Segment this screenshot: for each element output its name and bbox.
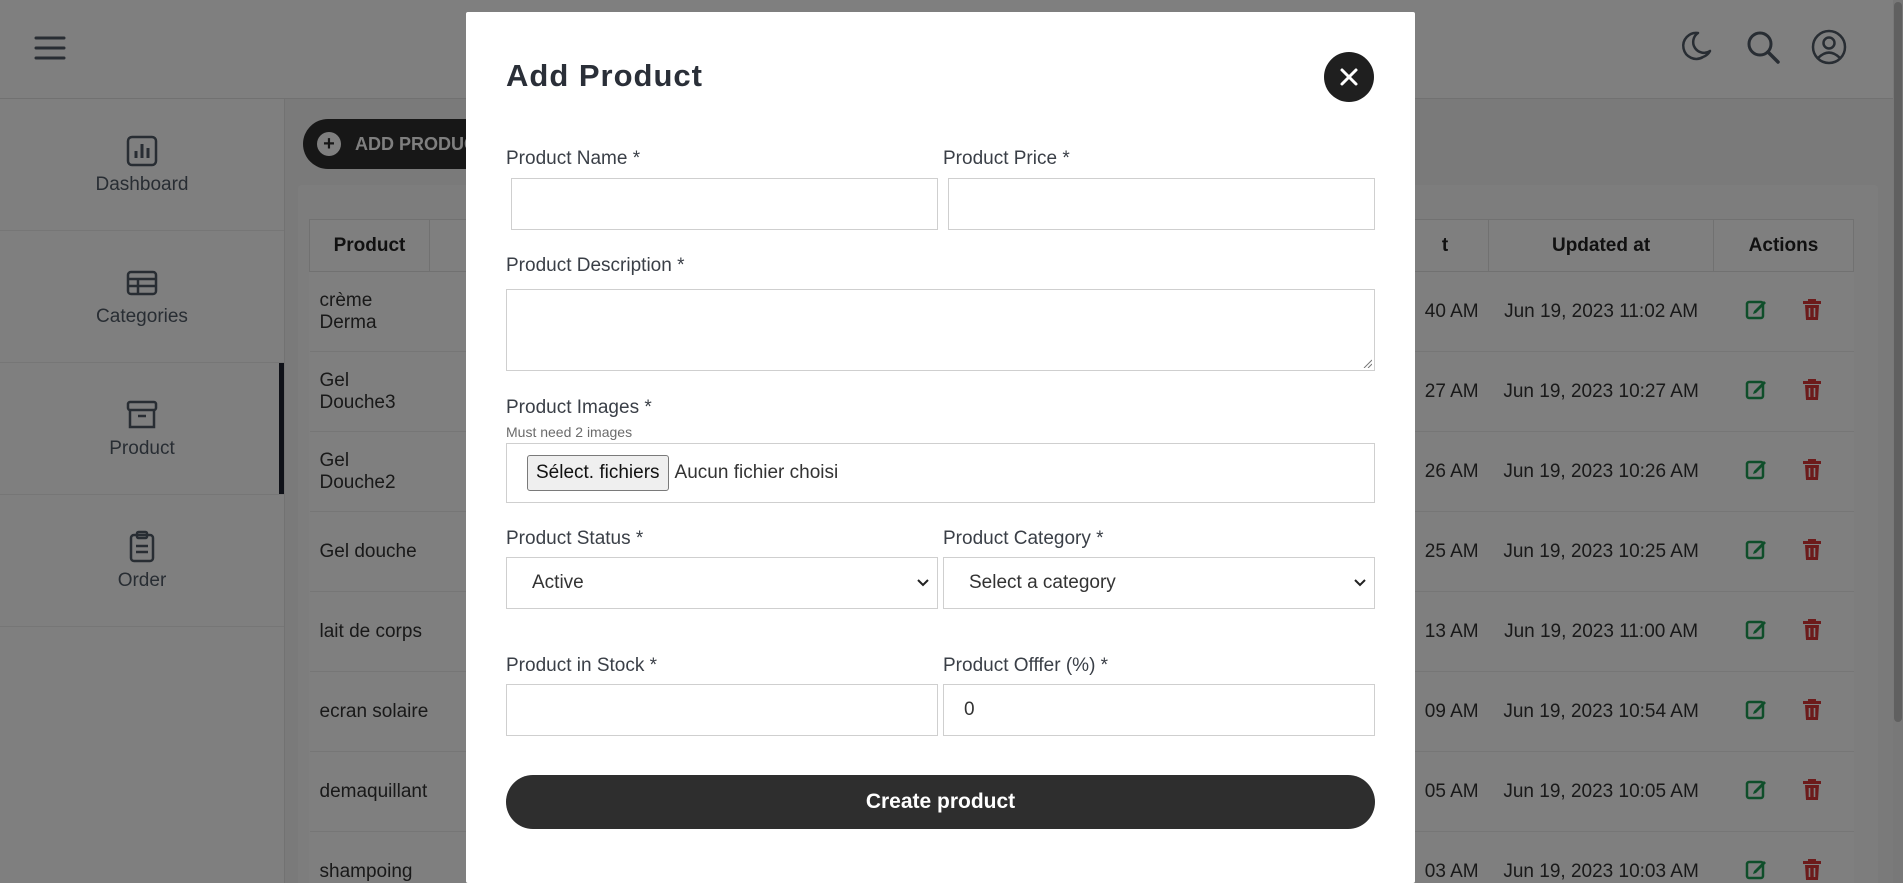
modal-title: Add Product: [506, 58, 703, 93]
product-status-select[interactable]: Active: [506, 557, 938, 609]
product-offer-input[interactable]: 0: [943, 684, 1375, 736]
product-images-hint: Must need 2 images: [506, 424, 633, 440]
product-name-input[interactable]: [511, 178, 938, 230]
product-price-label: Product Price *: [943, 148, 1070, 169]
product-name-label: Product Name *: [506, 148, 641, 169]
product-category-select[interactable]: Select a category: [943, 557, 1375, 609]
product-description-textarea[interactable]: [506, 289, 1375, 371]
product-status-label: Product Status *: [506, 528, 644, 549]
file-status: Aucun fichier choisi: [674, 462, 839, 483]
product-offer-label: Product Offfer (%) *: [943, 655, 1109, 676]
add-product-modal: Add Product Product Name * Product Price…: [466, 12, 1415, 883]
chevron-down-icon: [1354, 579, 1366, 587]
product-price-input[interactable]: [948, 178, 1375, 230]
product-description-label: Product Description *: [506, 255, 685, 276]
chevron-down-icon: [917, 579, 929, 587]
close-icon: [1340, 68, 1358, 86]
create-product-button[interactable]: Create product: [506, 775, 1375, 829]
product-images-file-input[interactable]: Sélect. fichiers Aucun fichier choisi: [506, 443, 1375, 503]
product-status-value: Active: [532, 572, 584, 593]
product-stock-input[interactable]: [506, 684, 938, 736]
resize-grip-icon[interactable]: [1362, 358, 1372, 368]
choose-files-button[interactable]: Sélect. fichiers: [527, 455, 669, 491]
close-button[interactable]: [1324, 52, 1374, 102]
product-images-label: Product Images *: [506, 397, 652, 418]
product-category-value: Select a category: [969, 572, 1116, 593]
product-stock-label: Product in Stock *: [506, 655, 658, 676]
product-category-label: Product Category *: [943, 528, 1104, 549]
